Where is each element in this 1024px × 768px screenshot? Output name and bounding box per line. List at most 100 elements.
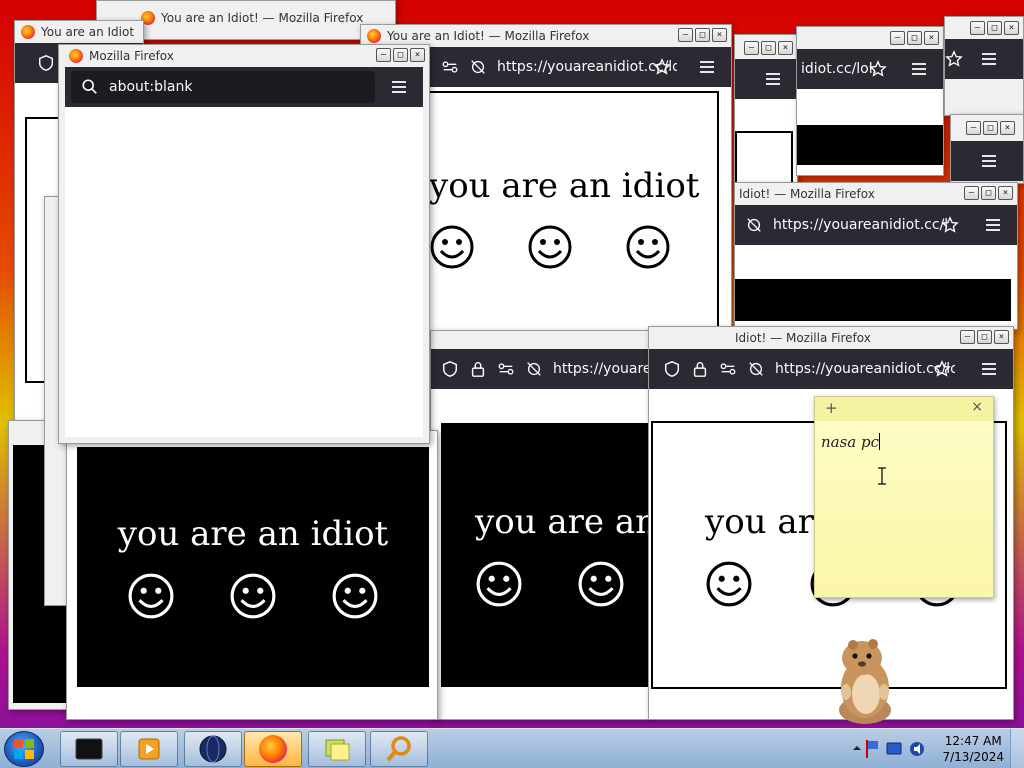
window-right-a[interactable]: – □ × idiot.cc/lol. [796, 26, 944, 176]
minimize-button[interactable]: – [744, 41, 759, 55]
close-button[interactable]: × [994, 330, 1009, 344]
media-player-icon [138, 738, 160, 760]
minimize-button[interactable]: – [970, 21, 985, 35]
maximize-button[interactable]: □ [695, 28, 710, 42]
maximize-button[interactable]: □ [987, 21, 1002, 35]
shield-icon[interactable] [663, 360, 681, 378]
bookmark-star-icon[interactable] [653, 58, 671, 76]
minimize-button[interactable]: – [678, 28, 693, 42]
url-bar[interactable]: about:blank [71, 71, 375, 103]
start-button[interactable] [4, 731, 44, 767]
windows-logo-icon [14, 739, 34, 759]
close-button[interactable]: × [998, 186, 1013, 200]
window-right-mid[interactable]: Idiot! — Mozilla Firefox – □ × https://y… [734, 182, 1018, 330]
bookmark-star-icon[interactable] [941, 216, 959, 234]
idiot-banner: you are an idiot [441, 423, 651, 687]
window-center-bottom[interactable]: https://youareani you are an idiot [430, 330, 652, 720]
url-text: https://youareani [553, 361, 651, 377]
smiley-icon [578, 561, 624, 607]
hamburger-menu-icon[interactable] [909, 59, 929, 79]
tracking-protection-icon[interactable] [747, 360, 765, 378]
smiley-row [127, 572, 379, 620]
close-button[interactable]: × [1004, 21, 1019, 35]
window-caption-buttons: – □ × [678, 28, 727, 42]
permissions-icon[interactable] [719, 360, 737, 378]
maximize-button[interactable]: □ [761, 41, 776, 55]
window-titlebar[interactable]: Idiot! — Mozilla Firefox – □ × [649, 327, 1013, 349]
hamburger-menu-icon[interactable] [979, 49, 999, 69]
hamburger-menu-icon[interactable] [389, 77, 409, 97]
maximize-button[interactable]: □ [907, 31, 922, 45]
hamburger-menu-icon[interactable] [763, 69, 783, 89]
bookmark-star-icon[interactable] [945, 50, 963, 68]
url-bar[interactable]: https://youareani [431, 353, 651, 385]
permissions-icon[interactable] [441, 58, 459, 76]
url-bar[interactable]: https://youareanidiot.cc/lol. [431, 51, 677, 83]
sticky-note[interactable]: + × nasa pc [814, 396, 994, 598]
close-button[interactable]: × [410, 48, 425, 62]
maximize-button[interactable]: □ [981, 186, 996, 200]
window-right-back-1[interactable]: – □ × [734, 34, 798, 184]
hamburger-menu-icon[interactable] [979, 151, 999, 171]
close-button[interactable]: × [712, 28, 727, 42]
minimize-button[interactable]: – [376, 48, 391, 62]
tracking-protection-icon[interactable] [469, 58, 487, 76]
page-content: you are an idiot [431, 389, 651, 719]
volume-icon[interactable] [908, 740, 926, 758]
lock-icon[interactable] [691, 360, 709, 378]
window-titlebar[interactable]: Mozilla Firefox – □ × [59, 45, 429, 67]
sticky-note-header[interactable]: + × [815, 397, 993, 421]
lock-icon[interactable] [469, 360, 487, 378]
minimize-button[interactable]: – [964, 186, 979, 200]
window-far-right-2[interactable]: – □ × [950, 114, 1024, 184]
smiley-icon [430, 225, 474, 269]
firefox-logo-icon [367, 29, 381, 43]
show-hidden-icons-icon[interactable] [852, 743, 862, 753]
taskbar-app-sticky-notes[interactable] [308, 731, 366, 767]
maximize-button[interactable]: □ [983, 121, 998, 135]
taskbar-app-firefox[interactable] [244, 731, 302, 767]
maximize-button[interactable]: □ [393, 48, 408, 62]
taskbar-app-globe[interactable] [184, 731, 242, 767]
bookmark-star-icon[interactable] [869, 60, 887, 78]
shield-icon[interactable] [441, 360, 459, 378]
network-icon[interactable] [886, 740, 904, 758]
tracking-protection-icon[interactable] [525, 360, 543, 378]
show-desktop-button[interactable] [1010, 729, 1024, 768]
window-title: Idiot! — Mozilla Firefox [735, 331, 871, 345]
shield-icon[interactable] [37, 54, 55, 72]
window-left-bottom[interactable]: you are an idiot [66, 430, 438, 720]
new-note-button[interactable]: + [825, 399, 838, 417]
hamburger-menu-icon[interactable] [979, 359, 999, 379]
page-black-area [797, 125, 943, 165]
firefox-logo-icon [69, 49, 83, 63]
minimize-button[interactable]: – [960, 330, 975, 344]
close-note-button[interactable]: × [971, 399, 983, 415]
url-bar[interactable]: https://youareanidiot.cc/lol. [653, 353, 955, 385]
window-about-blank[interactable]: Mozilla Firefox – □ × about:blank [58, 44, 430, 444]
sticky-note-text[interactable]: nasa pc [821, 433, 881, 451]
taskbar-app-media-player[interactable] [120, 731, 178, 767]
taskbar-app-terminal[interactable] [60, 731, 118, 767]
close-button[interactable]: × [778, 41, 793, 55]
minimize-button[interactable]: – [890, 31, 905, 45]
hamburger-menu-icon[interactable] [697, 57, 717, 77]
minimize-button[interactable]: – [966, 121, 981, 135]
flag-icon[interactable] [864, 739, 880, 759]
clock[interactable]: 12:47 AM 7/13/2024 [942, 733, 1004, 765]
close-button[interactable]: × [1000, 121, 1015, 135]
tracking-protection-icon[interactable] [745, 216, 763, 234]
permissions-icon[interactable] [497, 360, 515, 378]
url-bar[interactable]: https://youareanidiot.cc/lol. [735, 209, 947, 241]
page-black-area [735, 279, 1011, 321]
window-far-right-1[interactable]: – □ × [944, 16, 1024, 116]
taskbar: 12:47 AM 7/13/2024 [0, 728, 1024, 768]
taskbar-app-search[interactable] [370, 731, 428, 767]
bookmark-star-icon[interactable] [933, 360, 951, 378]
hamburger-menu-icon[interactable] [983, 215, 1003, 235]
maximize-button[interactable]: □ [977, 330, 992, 344]
window-titlebar[interactable]: Idiot! — Mozilla Firefox – □ × [735, 183, 1017, 205]
page-content [797, 89, 943, 175]
window-titlebar[interactable]: You are an Idiot [15, 21, 143, 43]
close-button[interactable]: × [924, 31, 939, 45]
